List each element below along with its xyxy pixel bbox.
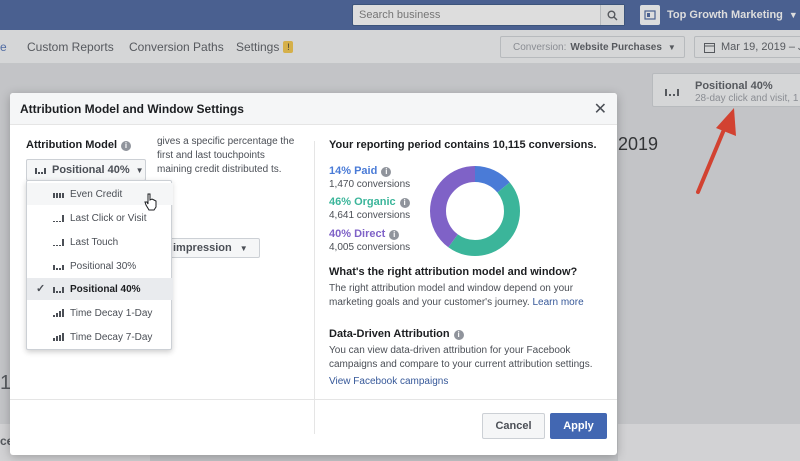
stat-paid-count: 1,470 conversions	[329, 179, 411, 190]
selected-model-label: Positional 40%	[52, 164, 130, 176]
menu-item-label: Positional 40%	[70, 283, 141, 295]
positional-icon	[53, 262, 64, 270]
reporting-period-heading: Your reporting period contains 10,115 co…	[329, 139, 597, 151]
stat-organic: 46% Organic i 4,641 conversions	[329, 196, 439, 221]
positional-icon	[53, 285, 64, 293]
column-divider	[314, 141, 315, 434]
stat-organic-percent: 46% Organic	[329, 196, 396, 208]
stat-direct: 40% Direct i 4,005 conversions	[329, 228, 439, 253]
close-icon[interactable]: ✕	[594, 99, 607, 119]
learn-more-link[interactable]: Learn more	[533, 297, 584, 308]
chevron-down-icon: ▼	[135, 165, 144, 175]
window-value: impression	[173, 242, 232, 254]
attribution-model-label: Attribution Model	[26, 139, 118, 151]
cancel-button[interactable]: Cancel	[482, 413, 545, 439]
attribution-bars-icon	[35, 166, 46, 174]
apply-button[interactable]: Apply	[550, 413, 607, 439]
menu-item-label: Even Credit	[70, 188, 123, 200]
dda-heading: Data-Driven Attribution i	[329, 328, 464, 340]
info-icon[interactable]: i	[381, 167, 392, 177]
stat-organic-count: 4,641 conversions	[329, 210, 411, 221]
attribution-model-dropdown-button[interactable]: Positional 40% ▼	[26, 159, 146, 181]
checkmark-icon: ✓	[36, 283, 46, 295]
attribution-question-text: The right attribution model and window d…	[329, 282, 599, 310]
menu-item-label: Positional 30%	[70, 260, 137, 272]
last-click-icon	[53, 214, 64, 222]
time-decay-icon	[53, 309, 64, 317]
attribution-question-heading: What's the right attribution model and w…	[329, 266, 578, 278]
model-description: gives a specific percentage the first an…	[157, 136, 295, 175]
info-icon[interactable]: i	[399, 198, 410, 208]
dda-text: You can view data-driven attribution for…	[329, 345, 593, 370]
stat-paid-percent: 14% Paid	[329, 165, 378, 177]
stat-direct-percent: 40% Direct	[329, 228, 386, 240]
hand-pointer-cursor-icon	[144, 193, 157, 211]
menu-item-time-decay-7-day[interactable]: Time Decay 7-Day	[27, 326, 173, 348]
conversion-summary-column: Your reporting period contains 10,115 co…	[329, 139, 609, 387]
attribution-window-dropdown[interactable]: impression ▼	[166, 238, 260, 258]
menu-item-last-touch[interactable]: Last Touch	[27, 231, 173, 253]
view-facebook-campaigns-link[interactable]: View Facebook campaigns	[329, 375, 599, 389]
last-touch-icon	[53, 238, 64, 246]
info-icon[interactable]: i	[453, 330, 464, 340]
modal-header: Attribution Model and Window Settings ✕	[10, 93, 617, 125]
menu-item-label: Time Decay 7-Day	[70, 331, 153, 343]
menu-item-label: Last Touch	[70, 236, 119, 248]
menu-item-positional-30[interactable]: Positional 30%	[27, 255, 173, 277]
dda-heading-label: Data-Driven Attribution	[329, 328, 450, 340]
menu-item-label: Time Decay 1-Day	[70, 307, 153, 319]
time-decay-icon	[53, 333, 64, 341]
menu-item-positional-40[interactable]: ✓ Positional 40%	[27, 278, 173, 300]
conversion-donut-chart	[430, 166, 520, 256]
menu-item-time-decay-1-day[interactable]: Time Decay 1-Day	[27, 302, 173, 324]
modal-title: Attribution Model and Window Settings	[20, 102, 244, 116]
info-icon[interactable]: i	[389, 230, 400, 240]
menu-item-label: Last Click or Visit	[70, 212, 147, 224]
info-icon[interactable]: i	[121, 141, 132, 151]
stat-direct-count: 4,005 conversions	[329, 242, 411, 253]
chevron-down-icon: ▼	[239, 243, 248, 253]
even-credit-icon	[53, 190, 64, 198]
stat-paid: 14% Paid i 1,470 conversions	[329, 165, 439, 190]
